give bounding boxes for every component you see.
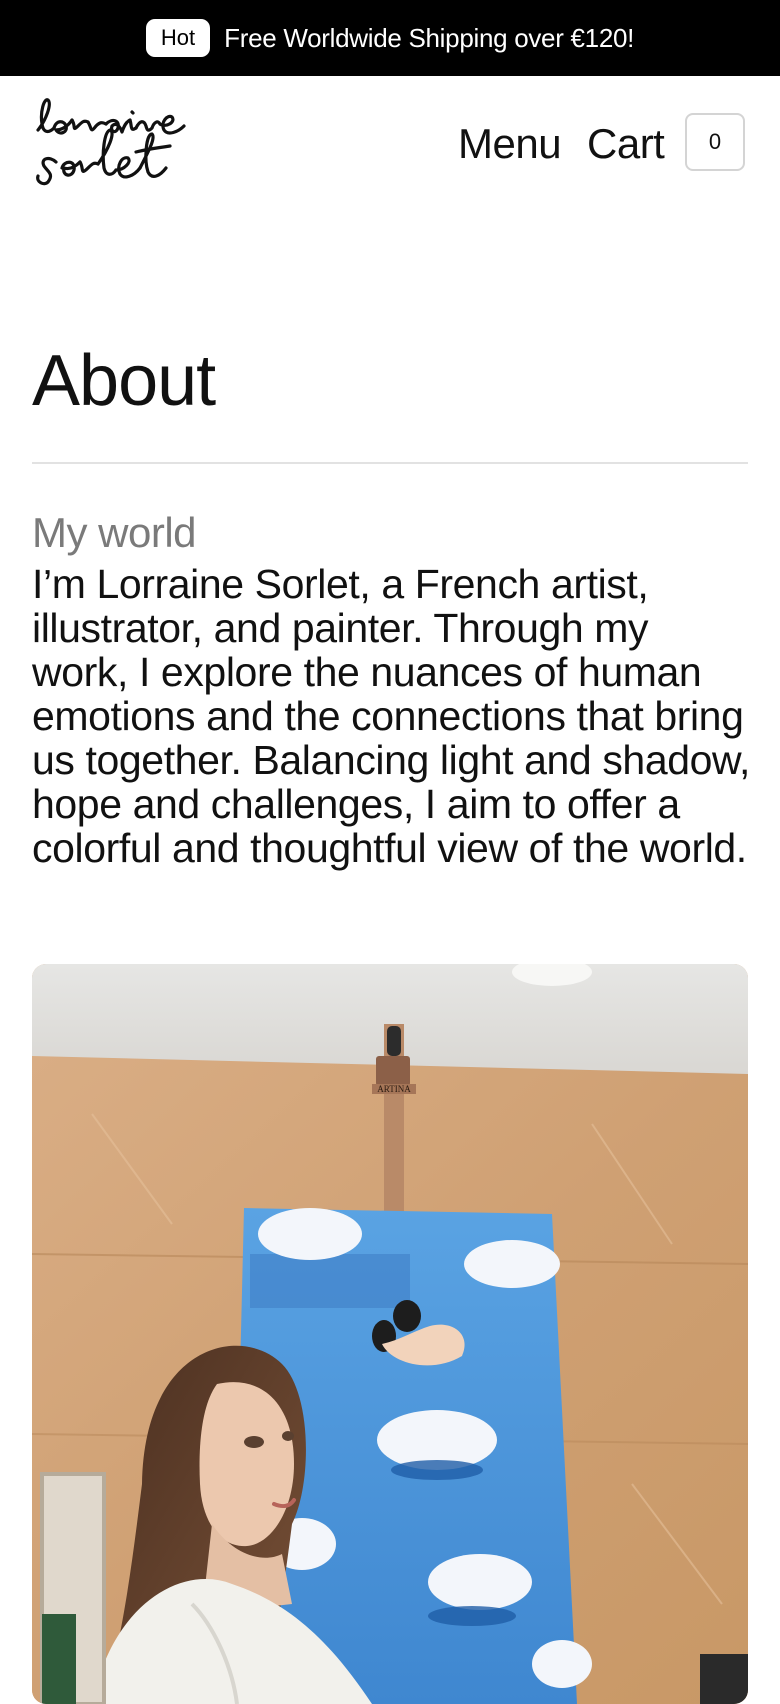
artist-photo: ARTINA	[32, 964, 748, 1704]
page-title: About	[32, 341, 216, 421]
brand-logo[interactable]	[32, 90, 214, 194]
about-paragraph: I’m Lorraine Sorlet, a French artist, il…	[32, 561, 750, 871]
site-header: Menu Cart 0	[0, 76, 780, 206]
announcement-bar: Hot Free Worldwide Shipping over €120!	[0, 0, 780, 76]
section-divider	[32, 462, 748, 464]
section-label: My world	[32, 509, 197, 556]
artist-with-painting-image: ARTINA	[32, 964, 748, 1704]
cart-link[interactable]: Cart	[587, 120, 665, 168]
cart-count-badge[interactable]: 0	[685, 113, 745, 171]
handwritten-logo-icon	[36, 98, 186, 186]
menu-button[interactable]: Menu	[458, 120, 562, 168]
easel-brand-label: ARTINA	[377, 1084, 411, 1094]
shipping-promo-text: Free Worldwide Shipping over €120!	[224, 22, 635, 53]
hot-badge: Hot	[145, 19, 211, 57]
